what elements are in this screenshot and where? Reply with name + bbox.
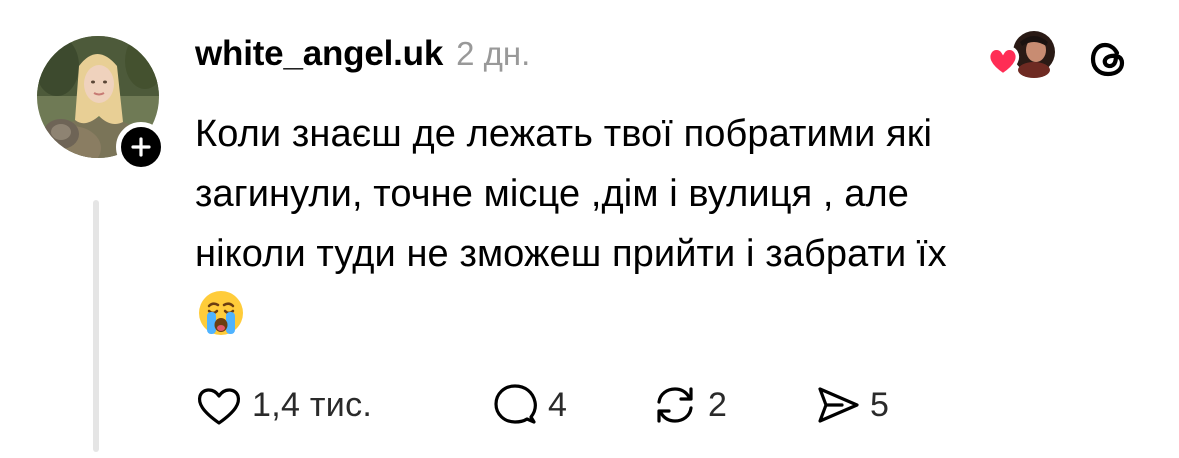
reply-count: 4 (548, 385, 568, 424)
like-count: 1,4 тис. (252, 385, 373, 424)
comment-icon (494, 384, 537, 424)
threads-logo-icon[interactable] (1087, 38, 1129, 80)
heart-icon (986, 46, 1020, 78)
liked-by-indicator[interactable] (984, 28, 1060, 84)
post-header: white_angel.uk 2 дн. (195, 34, 530, 78)
thread-line (93, 200, 99, 452)
share-action[interactable]: 5 (812, 380, 889, 430)
share-count: 5 (870, 385, 890, 424)
liker-avatar (1013, 31, 1055, 78)
send-icon (818, 387, 859, 423)
post-text: Коли знаєш де лежать твої побратими які … (195, 113, 947, 275)
loudly-crying-face-icon (197, 289, 245, 337)
like-action[interactable]: 1,4 тис. (194, 380, 372, 430)
repost-action[interactable]: 2 (650, 380, 727, 430)
reply-action[interactable]: 4 (490, 380, 567, 430)
heart-outline-icon (197, 388, 241, 425)
repost-icon (657, 387, 693, 423)
repost-count: 2 (708, 385, 728, 424)
plus-icon (131, 137, 151, 157)
author-username[interactable]: white_angel.uk (195, 34, 443, 74)
post-timestamp: 2 дн. (456, 35, 531, 72)
follow-button[interactable] (116, 122, 166, 172)
